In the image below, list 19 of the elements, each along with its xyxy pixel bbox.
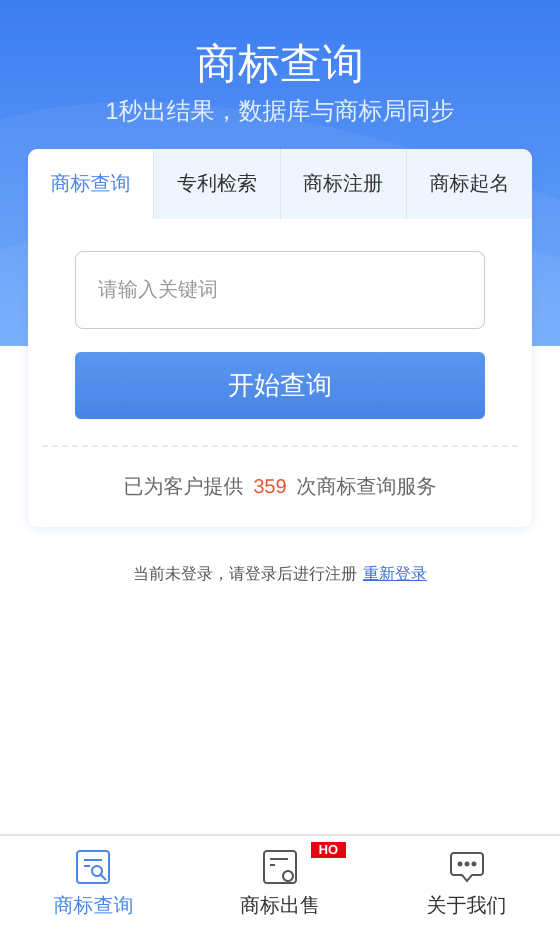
search-icon <box>75 849 112 885</box>
keyword-input[interactable]: 请输入关键词 <box>75 251 485 329</box>
page-title: 商标查询 <box>196 39 364 89</box>
stats-text: 已为客户提供 <box>123 475 244 500</box>
nav-item[interactable]: 关于我们 <box>373 836 560 934</box>
nav-item[interactable]: HO 商标出售 <box>186 836 374 934</box>
nav-item[interactable]: 商标查询 <box>0 836 187 934</box>
login-notice: 当前未登录，请登录后进行注册 <box>133 564 357 585</box>
tab[interactable]: 商标起名 <box>406 149 532 219</box>
hot-badge: HO <box>310 842 346 858</box>
subtitle: 1秒出结果，数据库与商标局同步 <box>105 97 455 127</box>
document-icon <box>262 849 298 885</box>
query-count: 359 <box>253 475 287 500</box>
tab[interactable]: 商标查询 <box>28 149 154 219</box>
relogin-link[interactable]: 重新登录 <box>363 563 427 587</box>
tab[interactable]: 商标注册 <box>280 149 406 219</box>
tab[interactable]: 专利检索 <box>153 149 280 219</box>
chat-icon <box>448 849 485 885</box>
stats-text: 次商标查询服务 <box>296 475 437 500</box>
